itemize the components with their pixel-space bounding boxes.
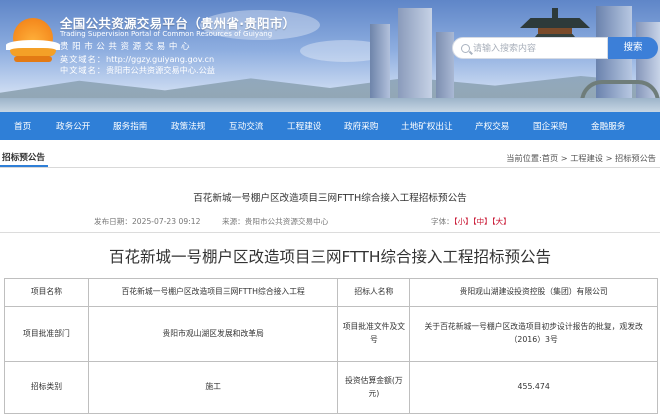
table-cell: 投资估算金额(万元) bbox=[337, 361, 411, 414]
font-large-button[interactable]: 【大】 bbox=[492, 217, 511, 226]
article-meta: 发布日期：2025-07-23 09:12 来源：贵阳市公共资源交易中心 字体：… bbox=[0, 214, 660, 228]
font-size-label: 字体： bbox=[431, 217, 454, 226]
table-cell: 项目批准部门 bbox=[4, 306, 89, 362]
table-cell: 455.474 bbox=[409, 361, 658, 414]
search-button[interactable]: 搜索 bbox=[608, 37, 658, 59]
nav-item-home[interactable]: 首页 bbox=[14, 120, 31, 132]
header-banner: 全国公共资源交易平台（贵州省·贵阳市） Trading Supervision … bbox=[0, 0, 660, 112]
section-title-underline bbox=[0, 165, 48, 167]
table-cell: 关于百花新城一号棚户区改造项目初步设计报告的批复，观发改（2016）3号 bbox=[409, 306, 658, 362]
nav-item-land-mining[interactable]: 土地矿权出让 bbox=[401, 120, 453, 132]
font-size-switcher: 字体：【小】【中】【大】 bbox=[431, 216, 511, 227]
section-title: 招标预公告 bbox=[2, 153, 45, 163]
nav-item-service-guide[interactable]: 服务指南 bbox=[113, 120, 147, 132]
nav-item-soe-procurement[interactable]: 国企采购 bbox=[533, 120, 567, 132]
main-nav: 首页 政务公开 服务指南 政策法规 互动交流 工程建设 政府采购 土地矿权出让 … bbox=[0, 112, 660, 140]
article-source: 来源：贵阳市公共资源交易中心 bbox=[222, 217, 329, 226]
nav-item-engineering[interactable]: 工程建设 bbox=[287, 120, 321, 132]
font-small-button[interactable]: 【小】 bbox=[454, 217, 473, 226]
font-medium-button[interactable]: 【中】 bbox=[473, 217, 492, 226]
building bbox=[398, 8, 432, 112]
search-box bbox=[452, 37, 608, 59]
breadcrumb-bar: 招标预公告 当前位置:首页 > 工程建设 > 招标预公告 bbox=[0, 150, 660, 168]
project-info-table: 项目名称 百花新城一号棚户区改造项目三网FTTH综合接入工程 招标人名称 贵阳观… bbox=[4, 278, 658, 414]
site-subtitle-cn: 贵阳市公共资源交易中心 bbox=[60, 42, 194, 52]
divider bbox=[0, 232, 660, 233]
table-cell: 招标人名称 bbox=[337, 278, 411, 307]
english-domain-label: 英文域名： bbox=[60, 54, 106, 64]
table-row: 项目批准部门 贵阳市观山湖区发展和改革局 项目批准文件及文号 关于百花新城一号棚… bbox=[4, 306, 658, 362]
nav-item-government-affairs[interactable]: 政务公开 bbox=[56, 120, 90, 132]
table-row: 招标类别 施工 投资估算金额(万元) 455.474 bbox=[4, 361, 658, 414]
table-row: 项目名称 百花新城一号棚户区改造项目三网FTTH综合接入工程 招标人名称 贵阳观… bbox=[4, 278, 658, 307]
table-cell: 项目名称 bbox=[4, 278, 89, 307]
nav-item-interaction[interactable]: 互动交流 bbox=[229, 120, 263, 132]
river-decoration bbox=[0, 98, 660, 112]
table-cell: 贵阳观山湖建设投资控股（集团）有限公司 bbox=[409, 278, 658, 307]
nav-item-property-trading[interactable]: 产权交易 bbox=[475, 120, 509, 132]
article-main-title: 百花新城一号棚户区改造项目三网FTTH综合接入工程招标预公告 bbox=[109, 248, 551, 266]
nav-item-government-procurement[interactable]: 政府采购 bbox=[344, 120, 378, 132]
table-cell: 招标类别 bbox=[4, 361, 89, 414]
site-logo-icon[interactable] bbox=[6, 14, 60, 68]
nav-item-policies[interactable]: 政策法规 bbox=[171, 120, 205, 132]
english-domain-value[interactable]: http://ggzy.guiyang.gov.cn bbox=[106, 54, 214, 64]
search-input[interactable] bbox=[473, 41, 603, 56]
publish-date: 发布日期：2025-07-23 09:12 bbox=[94, 217, 201, 226]
search-icon bbox=[461, 44, 470, 53]
article-head-title: 百花新城一号棚户区改造项目三网FTTH综合接入工程招标预公告 bbox=[193, 193, 467, 204]
breadcrumb[interactable]: 当前位置:首页 > 工程建设 > 招标预公告 bbox=[506, 152, 656, 164]
table-cell: 贵阳市观山湖区发展和改革局 bbox=[87, 306, 339, 362]
table-cell: 施工 bbox=[87, 361, 339, 414]
chinese-domain: 中文域名：贵阳市公共资源交易中心.公益 bbox=[60, 64, 215, 76]
table-cell: 项目批准文件及文号 bbox=[337, 306, 411, 362]
site-subtitle-en: Trading Supervision Portal of Common Res… bbox=[60, 30, 273, 38]
search-bar: 搜索 bbox=[452, 37, 658, 59]
table-cell: 百花新城一号棚户区改造项目三网FTTH综合接入工程 bbox=[87, 278, 339, 307]
chinese-domain-label: 中文域名： bbox=[60, 65, 106, 75]
chinese-domain-value[interactable]: 贵阳市公共资源交易中心.公益 bbox=[106, 65, 215, 75]
nav-item-financial-services[interactable]: 金融服务 bbox=[591, 120, 625, 132]
